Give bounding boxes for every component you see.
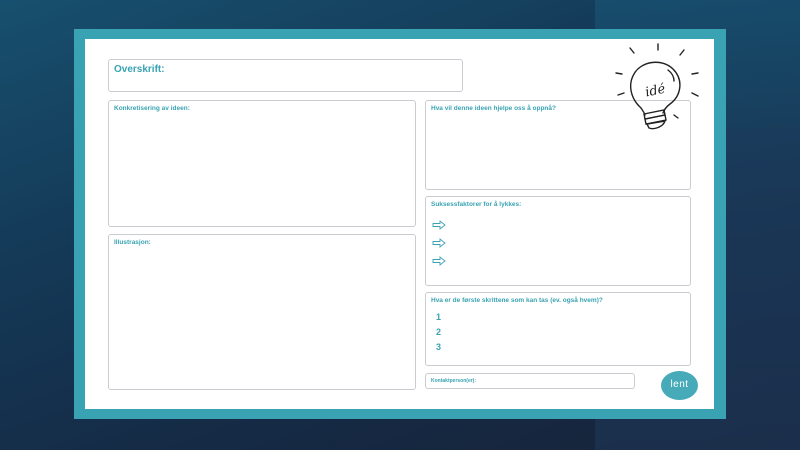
title-label: Overskrift:: [114, 64, 165, 75]
arrow-right-icon: [432, 238, 446, 248]
success-factors-label: Suksessfaktorer for å lykkes:: [431, 201, 522, 208]
step-number: 2: [436, 327, 442, 337]
title-field[interactable]: Overskrift:: [108, 59, 463, 92]
step-number: 3: [436, 342, 442, 352]
lent-logo: lent: [661, 371, 698, 400]
logo-text: lent: [670, 379, 689, 390]
success-factors-field[interactable]: Suksessfaktorer for å lykkes:: [425, 196, 691, 286]
illustration-label: Illustrasjon:: [114, 239, 151, 246]
step-number: 1: [436, 312, 442, 322]
contact-label: Kontaktperson(er):: [431, 378, 477, 384]
bulb-text: idé: [644, 82, 667, 101]
concretization-label: Konkretisering av ideen:: [114, 105, 190, 112]
arrow-right-icon: [432, 256, 446, 266]
goal-label: Hva vil denne ideen hjelpe oss å oppnå?: [431, 105, 556, 112]
illustration-field[interactable]: Illustrasjon:: [108, 234, 416, 390]
contact-field[interactable]: Kontaktperson(er):: [425, 373, 635, 389]
arrow-right-icon: [432, 220, 446, 230]
first-steps-label: Hva er de første skrittene som kan tas (…: [431, 297, 603, 304]
first-steps-field[interactable]: Hva er de første skrittene som kan tas (…: [425, 292, 691, 366]
lightbulb-icon: idé: [615, 43, 699, 130]
concretization-field[interactable]: Konkretisering av ideen:: [108, 100, 416, 227]
